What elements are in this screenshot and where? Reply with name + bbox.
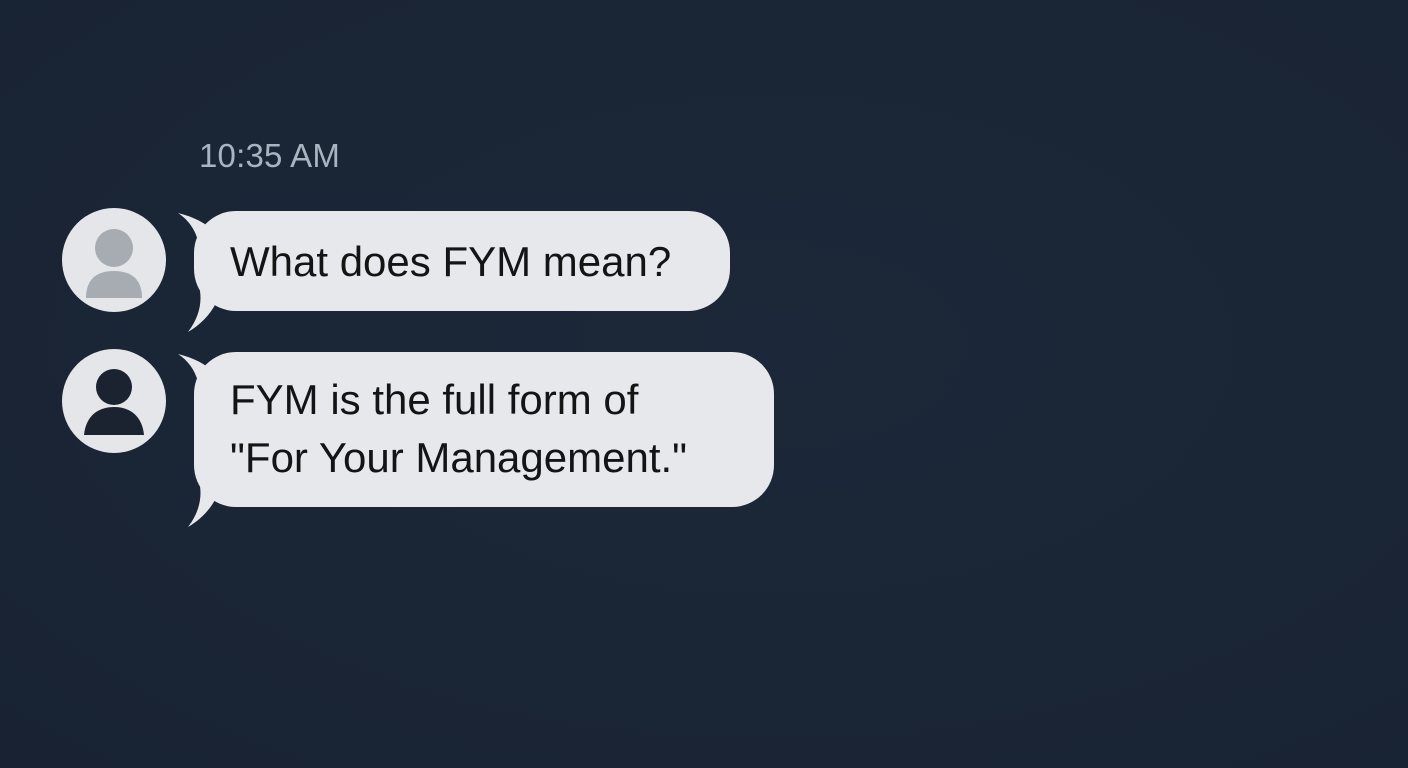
message-bubble[interactable]: What does FYM mean? <box>194 211 730 311</box>
chat-screen: 10:35 AM What does FYM mean? FYM is the … <box>0 0 1408 768</box>
message-text-line-1: FYM is the full form of <box>230 376 639 423</box>
user-avatar-icon <box>84 369 144 435</box>
message-timestamp: 10:35 AM <box>199 137 341 174</box>
message-text: What does FYM mean? <box>230 238 672 285</box>
avatar[interactable] <box>62 208 166 312</box>
user-avatar-icon <box>86 229 142 298</box>
message-row: What does FYM mean? <box>0 207 900 337</box>
avatar[interactable] <box>62 349 166 453</box>
message-row: FYM is the full form of "For Your Manage… <box>0 348 900 528</box>
message-text-line-2: "For Your Management." <box>230 434 688 481</box>
message-bubble[interactable]: FYM is the full form of "For Your Manage… <box>194 352 774 507</box>
